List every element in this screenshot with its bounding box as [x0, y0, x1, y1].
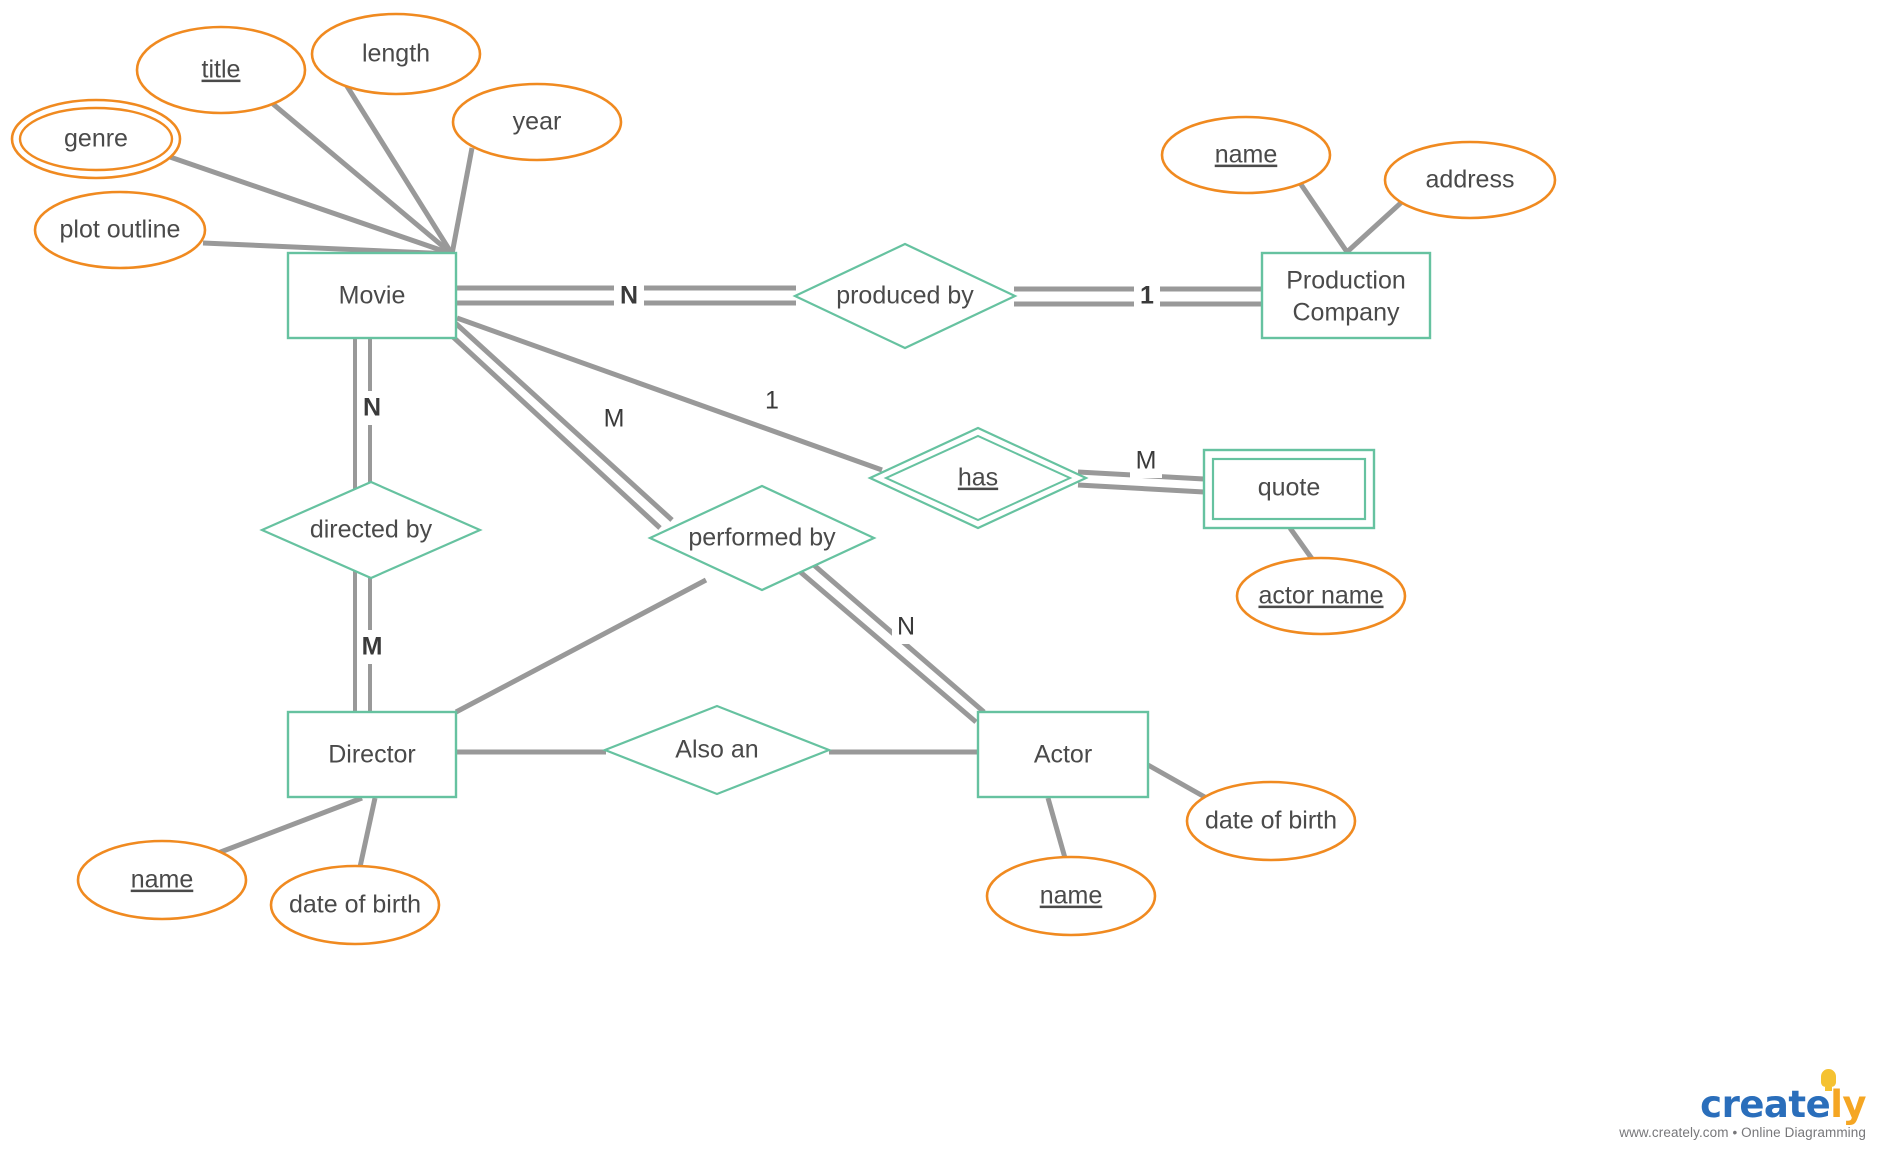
- entity-movie[interactable]: Movie: [286, 251, 458, 340]
- attribute-actor-dob[interactable]: date of birth: [1185, 780, 1357, 862]
- cardinality-director-directed-by: M: [357, 630, 387, 664]
- lightbulb-icon: [1821, 1069, 1836, 1091]
- relationship-has[interactable]: has: [867, 426, 1089, 530]
- cardinality-movie-performed-by: M: [598, 402, 630, 436]
- relationship-performed-by-label: performed by: [688, 524, 836, 552]
- relationship-performed-by[interactable]: performed by: [647, 484, 877, 592]
- cardinality-quote-has: M: [1130, 444, 1162, 478]
- connector-genre-movie: [169, 154, 453, 257]
- connector-movie-has: [456, 315, 883, 473]
- cardinality-movie-produced-by-text: N: [620, 282, 638, 310]
- er-diagram-svg: Movie Production Company quote Director: [10, 12, 1557, 946]
- attribute-director-dob-label: date of birth: [289, 891, 421, 919]
- cardinality-pc-produced-by-text: 1: [1140, 282, 1154, 310]
- cardinality-director-directed-by-text: M: [362, 633, 383, 661]
- cardinality-movie-directed-by-text: N: [363, 394, 381, 422]
- attribute-pc-address-label: address: [1426, 166, 1515, 194]
- attribute-director-dob[interactable]: date of birth: [269, 864, 441, 946]
- entity-director-label: Director: [328, 741, 416, 769]
- attribute-director-name-label: name: [131, 866, 194, 894]
- relationship-also-an[interactable]: Also an: [601, 704, 833, 796]
- cardinality-movie-produced-by: N: [614, 279, 644, 313]
- attribute-title-label: title: [202, 56, 241, 84]
- cardinality-quote-has-text: M: [1136, 447, 1157, 475]
- connector-performedby-actor-b: [796, 568, 978, 724]
- attribute-plot-outline[interactable]: plot outline: [33, 190, 207, 270]
- cardinality-movie-performed-by-text: M: [604, 405, 625, 433]
- connector-has-quote-b: [1077, 482, 1205, 495]
- entity-quote-label: quote: [1258, 474, 1321, 502]
- entity-movie-label: Movie: [339, 282, 406, 310]
- attribute-length-label: length: [362, 40, 430, 68]
- connector-pcname-pc: [1297, 181, 1350, 254]
- creately-wordmark-part3: ly: [1830, 1083, 1866, 1126]
- relationship-has-label: has: [958, 464, 998, 492]
- attribute-genre-label: genre: [64, 125, 128, 153]
- relationship-produced-by[interactable]: produced by: [792, 242, 1018, 350]
- connector-length-movie: [342, 81, 455, 256]
- attribute-actor-name-label: name: [1040, 882, 1103, 910]
- creately-watermark: creately www.creately.com • Online Diagr…: [1619, 1069, 1866, 1140]
- attribute-pc-name[interactable]: name: [1160, 115, 1332, 195]
- attribute-plot-outline-label: plot outline: [60, 216, 181, 244]
- entity-director[interactable]: Director: [286, 710, 458, 799]
- relationship-directed-by-label: directed by: [310, 516, 433, 544]
- connector-movie-performedby-a: [450, 318, 674, 522]
- entity-production-company-label-line1: Production: [1286, 267, 1406, 295]
- relationship-also-an-label: Also an: [675, 736, 758, 764]
- entity-quote[interactable]: quote: [1202, 448, 1376, 530]
- connector-performedby-director: [454, 577, 708, 715]
- attribute-length[interactable]: length: [310, 12, 482, 96]
- attribute-actor-name-quote-label: actor name: [1258, 582, 1383, 610]
- connector-year-movie: [449, 147, 475, 255]
- creately-wordmark-part1: creat: [1700, 1083, 1806, 1126]
- er-diagram-canvas: Movie Production Company quote Director: [0, 0, 1880, 1150]
- relationship-produced-by-label: produced by: [836, 282, 974, 310]
- cardinality-movie-has: 1: [761, 384, 783, 418]
- attribute-actor-name-quote[interactable]: actor name: [1235, 556, 1407, 636]
- cardinality-movie-has-text: 1: [765, 387, 779, 415]
- attribute-genre[interactable]: genre: [10, 98, 182, 180]
- connector-actordob-actor: [1146, 762, 1212, 803]
- connector-actorname-actor: [1045, 797, 1068, 859]
- cardinality-pc-produced-by: 1: [1134, 279, 1160, 313]
- entity-production-company-label-line2: Company: [1293, 299, 1400, 327]
- creately-tagline: www.creately.com • Online Diagramming: [1619, 1125, 1866, 1140]
- connector-pcaddress-pc: [1345, 198, 1406, 254]
- cardinality-actor-performed-by: N: [892, 610, 920, 644]
- connector-title-movie: [271, 102, 454, 256]
- entity-production-company[interactable]: Production Company: [1260, 251, 1432, 340]
- creately-wordmark: creately: [1700, 1069, 1866, 1126]
- connector-directordob-director: [357, 797, 378, 868]
- relationship-directed-by[interactable]: directed by: [259, 480, 483, 580]
- attribute-director-name[interactable]: name: [76, 839, 248, 921]
- attribute-year-label: year: [513, 108, 562, 136]
- attribute-title[interactable]: title: [135, 25, 307, 115]
- entity-actor[interactable]: Actor: [976, 710, 1150, 799]
- attribute-pc-name-label: name: [1215, 141, 1278, 169]
- attribute-actor-dob-label: date of birth: [1205, 807, 1337, 835]
- attribute-actor-name[interactable]: name: [985, 855, 1157, 937]
- entity-actor-label: Actor: [1034, 741, 1092, 769]
- connector-directorname-director: [217, 795, 363, 856]
- attribute-pc-address[interactable]: address: [1383, 140, 1557, 220]
- attribute-year[interactable]: year: [451, 82, 623, 162]
- cardinality-movie-directed-by: N: [358, 391, 386, 425]
- cardinality-actor-performed-by-text: N: [897, 613, 915, 641]
